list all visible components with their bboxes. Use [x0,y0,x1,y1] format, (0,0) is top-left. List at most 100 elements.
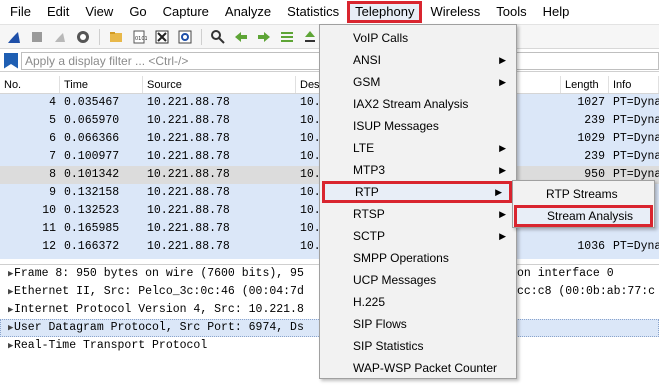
cell-source: 10.221.88.78 [147,96,230,109]
cell-info: PT=Dyna [613,114,659,127]
telephony-menu: VoIP Calls ANSI ▶ GSM ▶ IAX2 Stream Analysis I… [319,24,517,379]
cell-no: 6 [49,132,56,145]
go-to-packet-icon[interactable] [277,27,297,47]
menu-item-ucp-messages[interactable]: UCP Messages [320,269,516,291]
cell-no: 9 [49,186,56,199]
cell-source: 10.221.88.78 [147,204,230,217]
expand-arrow-icon[interactable]: ▶ [0,337,14,355]
first-packet-icon[interactable] [300,27,320,47]
column-header-time[interactable]: Time [60,76,143,93]
column-header-no[interactable]: No. [0,76,60,93]
menu-item-isup-messages[interactable]: ISUP Messages [320,115,516,137]
cell-info: PT=Dyna [609,256,659,259]
submenu-arrow-icon: ▶ [495,187,502,197]
submenu-arrow-icon: ▶ [499,143,506,153]
expand-arrow-icon[interactable]: ▶ [0,265,14,283]
cell-time: 0.132523 [64,204,120,217]
cell-length: 239 [584,114,605,127]
menu-statistics[interactable]: Statistics [279,1,347,23]
menu-tools[interactable]: Tools [488,1,534,23]
cell-source: 10.221.88.78 [147,186,230,199]
submenu-arrow-icon: ▶ [499,77,506,87]
close-file-icon[interactable] [152,27,172,47]
menu-item-stream-analysis[interactable]: Stream Analysis [514,205,653,227]
menu-wireless[interactable]: Wireless [422,1,488,23]
menu-item-wap-wsp-packet-counter[interactable]: WAP-WSP Packet Counter [320,357,516,379]
open-file-icon[interactable] [106,27,126,47]
cell-no: 4 [49,96,56,109]
cell-source: 10.221.88.78 [147,240,230,253]
reload-file-icon[interactable] [175,27,195,47]
save-file-icon[interactable]: 0101 [129,27,149,47]
find-packet-icon[interactable] [208,27,228,47]
menu-item-rtp[interactable]: RTP ▶ [322,181,512,203]
column-header-length[interactable]: Length [561,76,609,93]
cell-time: 0.165985 [64,222,120,235]
submenu-arrow-icon: ▶ [499,55,506,65]
menu-item-rtsp[interactable]: RTSP ▶ [320,203,516,225]
cell-info: PT=Dyna [613,150,659,163]
cell-time: 0.101342 [64,168,120,181]
cell-info: PT=Dyna [613,132,659,145]
menu-item-rtp-streams[interactable]: RTP Streams [513,183,654,205]
cell-source: 10.221.88.78 [147,168,230,181]
filter-bookmark-icon[interactable] [4,52,18,69]
cell-source: 10.221.88.78 [147,132,230,145]
menu-item-mtp3[interactable]: MTP3 ▶ [320,159,516,181]
cell-no: 10 [42,204,56,217]
cell-source: 10.221.88.78 [143,256,296,259]
cell-source: 10.221.88.78 [147,222,230,235]
menu-go[interactable]: Go [121,1,154,23]
toolbar-separator [201,28,202,45]
go-back-icon[interactable] [231,27,251,47]
cell-info: PT=Dyna [613,240,659,253]
menu-item-smpp-operations[interactable]: SMPP Operations [320,247,516,269]
cell-length: 103 [561,256,609,259]
menu-item-h-225[interactable]: H.225 [320,291,516,313]
cell-time: 0.166372 [64,240,120,253]
menu-item-ansi[interactable]: ANSI ▶ [320,49,516,71]
expand-arrow-icon[interactable]: ▶ [0,319,14,337]
menu-item-lte[interactable]: LTE ▶ [320,137,516,159]
menu-item-gsm[interactable]: GSM ▶ [320,71,516,93]
submenu-arrow-icon: ▶ [499,165,506,175]
cell-length: 239 [584,150,605,163]
cell-time: 0.035467 [64,96,120,109]
expand-arrow-icon[interactable]: ▶ [0,301,14,319]
menu-view[interactable]: View [77,1,121,23]
menu-item-voip-calls[interactable]: VoIP Calls [320,27,516,49]
restart-capture-icon[interactable] [50,27,70,47]
go-forward-icon[interactable] [254,27,274,47]
menu-item-sip-statistics[interactable]: SIP Statistics [320,335,516,357]
menu-item-iax2-stream-analysis[interactable]: IAX2 Stream Analysis [320,93,516,115]
cell-info: PT=Dyna [613,96,659,109]
cell-time: 0.065970 [64,114,120,127]
stop-capture-icon[interactable] [27,27,47,47]
menu-capture[interactable]: Capture [155,1,217,23]
cell-source: 10.221.88.78 [147,114,230,127]
cell-time: 0.100977 [64,150,120,163]
menu-item-sctp[interactable]: SCTP ▶ [320,225,516,247]
menu-file[interactable]: File [2,1,39,23]
cell-no: 12 [42,240,56,253]
expand-arrow-icon[interactable]: ▶ [0,283,14,301]
menu-telephony[interactable]: Telephony [347,1,423,23]
menu-help[interactable]: Help [535,1,578,23]
menu-edit[interactable]: Edit [39,1,77,23]
rtp-submenu: RTP Streams Stream Analysis [512,180,655,228]
capture-options-icon[interactable] [73,27,93,47]
submenu-arrow-icon: ▶ [499,231,506,241]
cell-no: 7 [49,150,56,163]
shark-fin-start-icon[interactable] [4,27,24,47]
menu-bar: File Edit View Go Capture Analyze Statis… [0,0,659,24]
cell-source: 10.221.88.78 [147,150,230,163]
cell-time: 0.208827 [60,256,143,259]
cell-no: 11 [42,222,56,235]
cell-length: 1036 [577,240,605,253]
menu-analyze[interactable]: Analyze [217,1,279,23]
toolbar-separator [99,28,100,45]
column-header-info[interactable]: Info [609,76,659,93]
menu-item-sip-flows[interactable]: SIP Flows [320,313,516,335]
column-header-source[interactable]: Source [143,76,296,93]
cell-time: 0.132158 [64,186,120,199]
